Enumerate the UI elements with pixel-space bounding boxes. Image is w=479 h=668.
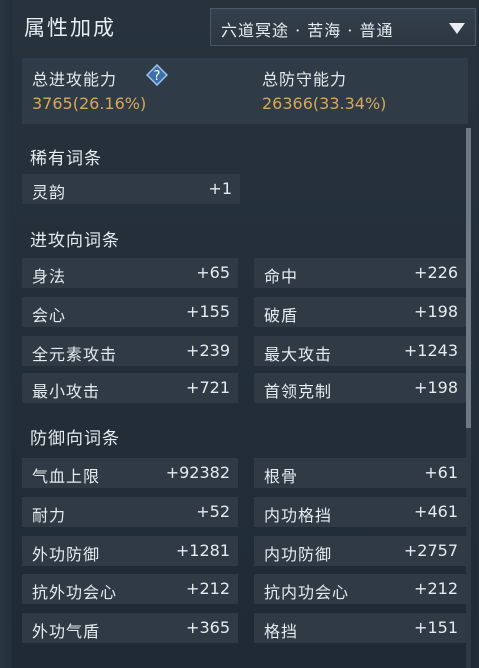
attribute-value: +1281 xyxy=(175,541,230,560)
attribute-value: +239 xyxy=(186,341,230,360)
attribute-row: 格挡 +151 xyxy=(254,613,466,643)
attack-total-label: 总进攻能力 xyxy=(32,70,118,89)
attribute-name: 耐力 xyxy=(32,506,67,525)
attribute-value: +721 xyxy=(186,378,230,397)
attribute-value: +1 xyxy=(208,179,232,198)
attribute-list[interactable]: 稀有词条 灵韵 +1 进攻向词条 身法 +65 命中 +226 会心 +155 … xyxy=(12,128,468,668)
attribute-row: 全元素攻击 +239 xyxy=(22,336,238,366)
attribute-row: 最小攻击 +721 xyxy=(22,373,238,403)
triangle-down-icon xyxy=(449,23,465,34)
attribute-name: 抗内功会心 xyxy=(264,583,350,602)
attribute-value: +226 xyxy=(414,263,458,282)
attribute-name: 外功气盾 xyxy=(32,622,101,641)
scrollbar[interactable] xyxy=(466,128,471,668)
attribute-name: 内功格挡 xyxy=(264,506,333,525)
defense-total-label: 总防守能力 xyxy=(262,70,348,89)
section-title-attack: 进攻向词条 xyxy=(30,231,120,251)
attribute-name: 命中 xyxy=(264,267,299,286)
attribute-row: 灵韵 +1 xyxy=(22,174,240,204)
attribute-name: 抗外功会心 xyxy=(32,583,118,602)
attribute-row: 外功防御 +1281 xyxy=(22,536,238,566)
attribute-value: +65 xyxy=(196,263,230,282)
attribute-value: +52 xyxy=(196,502,230,521)
attribute-row: 气血上限 +92382 xyxy=(22,458,238,488)
attribute-value: +461 xyxy=(414,502,458,521)
attack-total-value: 3765(26.16%) xyxy=(32,94,147,113)
attribute-row: 命中 +226 xyxy=(254,258,466,288)
attribute-name: 灵韵 xyxy=(32,183,67,202)
section-title-rare: 稀有词条 xyxy=(30,149,102,169)
defense-total-value: 26366(33.34%) xyxy=(262,94,387,113)
attribute-value: +151 xyxy=(414,618,458,637)
attribute-row: 首领克制 +198 xyxy=(254,373,466,403)
attribute-name: 内功防御 xyxy=(264,545,333,564)
svg-text:?: ? xyxy=(154,69,161,84)
attribute-row: 根骨 +61 xyxy=(254,458,466,488)
attribute-row: 抗内功会心 +212 xyxy=(254,574,466,604)
attribute-row: 内功防御 +2757 xyxy=(254,536,466,566)
attribute-name: 最小攻击 xyxy=(32,382,101,401)
attribute-row: 耐力 +52 xyxy=(22,497,238,527)
attribute-name: 身法 xyxy=(32,267,67,286)
attribute-value: +198 xyxy=(414,302,458,321)
attribute-row: 身法 +65 xyxy=(22,258,238,288)
attribute-value: +212 xyxy=(414,579,458,598)
attribute-name: 格挡 xyxy=(264,622,299,641)
attribute-name: 最大攻击 xyxy=(264,345,333,364)
attribute-row: 破盾 +198 xyxy=(254,297,466,327)
question-diamond-icon[interactable]: ? xyxy=(146,64,168,86)
attribute-name: 全元素攻击 xyxy=(32,345,118,364)
summary-box: 总进攻能力 ? 3765(26.16%) 总防守能力 26366(33.34%) xyxy=(22,58,468,124)
attribute-row: 外功气盾 +365 xyxy=(22,613,238,643)
attribute-row: 会心 +155 xyxy=(22,297,238,327)
attribute-row: 抗外功会心 +212 xyxy=(22,574,238,604)
attribute-value: +365 xyxy=(186,618,230,637)
section-title-defense: 防御向词条 xyxy=(30,429,120,449)
attribute-name: 会心 xyxy=(32,306,67,325)
mode-dropdown[interactable]: 六道冥途 · 苦海 · 普通 xyxy=(210,8,476,46)
attribute-value: +61 xyxy=(424,463,458,482)
attribute-value: +2757 xyxy=(403,541,458,560)
mode-dropdown-label: 六道冥途 · 苦海 · 普通 xyxy=(221,21,394,40)
attribute-value: +198 xyxy=(414,378,458,397)
attribute-name: 首领克制 xyxy=(264,382,333,401)
attribute-value: +92382 xyxy=(165,463,230,482)
attribute-value: +212 xyxy=(186,579,230,598)
scrollbar-thumb[interactable] xyxy=(466,128,471,428)
panel-title: 属性加成 xyxy=(24,16,116,40)
attribute-name: 气血上限 xyxy=(32,467,101,486)
attribute-value: +155 xyxy=(186,302,230,321)
attribute-value: +1243 xyxy=(403,341,458,360)
attribute-name: 外功防御 xyxy=(32,545,101,564)
attribute-row: 内功格挡 +461 xyxy=(254,497,466,527)
attribute-name: 破盾 xyxy=(264,306,299,325)
attribute-row: 最大攻击 +1243 xyxy=(254,336,466,366)
attribute-name: 根骨 xyxy=(264,467,299,486)
